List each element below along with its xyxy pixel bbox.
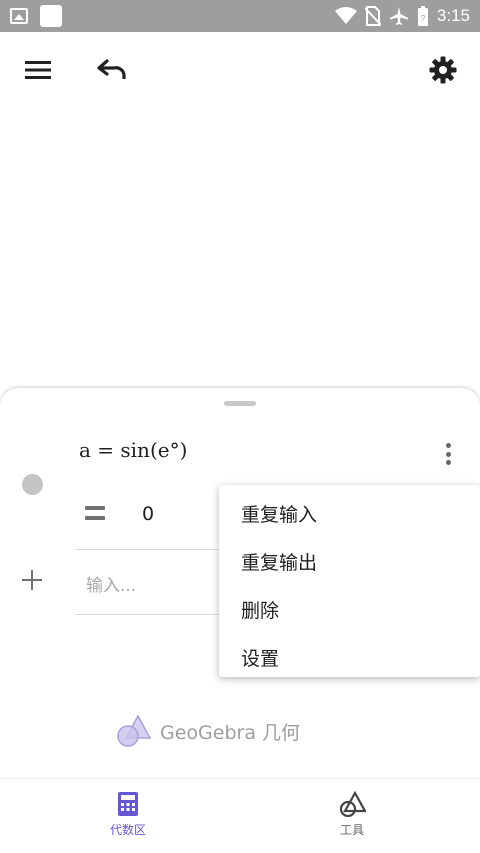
algebra-expression[interactable]: a = sin(e°)	[79, 438, 187, 462]
wifi-icon	[334, 7, 357, 24]
algebra-input[interactable]: 输入...	[86, 571, 136, 596]
svg-text:?: ?	[421, 14, 426, 23]
plus-icon[interactable]	[20, 568, 44, 592]
menu-item-duplicate-output[interactable]: 重复输出	[219, 537, 480, 585]
more-vert-icon	[445, 443, 451, 448]
more-options-button[interactable]	[436, 440, 460, 468]
geogebra-brand: GeoGebra 几何	[116, 714, 300, 748]
square-app-icon	[40, 5, 62, 27]
nav-algebra[interactable]: 代数区	[8, 779, 248, 853]
nav-tools[interactable]: 工具	[232, 779, 472, 853]
equals-icon	[85, 506, 105, 522]
visibility-marble[interactable]	[22, 474, 43, 495]
context-menu: 重复输入 重复输出 删除 设置	[219, 485, 480, 677]
status-time: 3:15	[436, 6, 470, 25]
menu-item-settings[interactable]: 设置	[219, 633, 480, 681]
calculator-icon	[118, 792, 138, 816]
status-bar: ? 3:15	[0, 0, 480, 32]
tools-icon	[339, 791, 366, 817]
airplane-icon	[389, 7, 408, 25]
no-sim-icon	[364, 6, 381, 26]
nav-label-tools: 工具	[339, 823, 364, 837]
menu-icon	[25, 61, 51, 79]
menu-button[interactable]	[20, 52, 56, 88]
undo-icon	[97, 59, 126, 79]
output-value: 0	[142, 503, 155, 525]
image-icon	[10, 8, 28, 24]
menu-item-delete[interactable]: 删除	[219, 585, 480, 633]
brand-text: GeoGebra 几何	[160, 721, 301, 744]
geogebra-geometry-logo-icon	[117, 714, 152, 747]
bottom-navigation: 代数区 工具	[0, 778, 480, 853]
nav-label-algebra: 代数区	[109, 823, 146, 837]
sheet-drag-handle[interactable]	[224, 401, 256, 406]
battery-icon: ?	[417, 6, 428, 26]
settings-button[interactable]	[425, 52, 461, 88]
undo-button[interactable]	[94, 52, 130, 88]
top-toolbar	[0, 32, 480, 108]
menu-item-duplicate-input[interactable]: 重复输入	[219, 489, 480, 537]
settings-icon	[429, 56, 457, 84]
